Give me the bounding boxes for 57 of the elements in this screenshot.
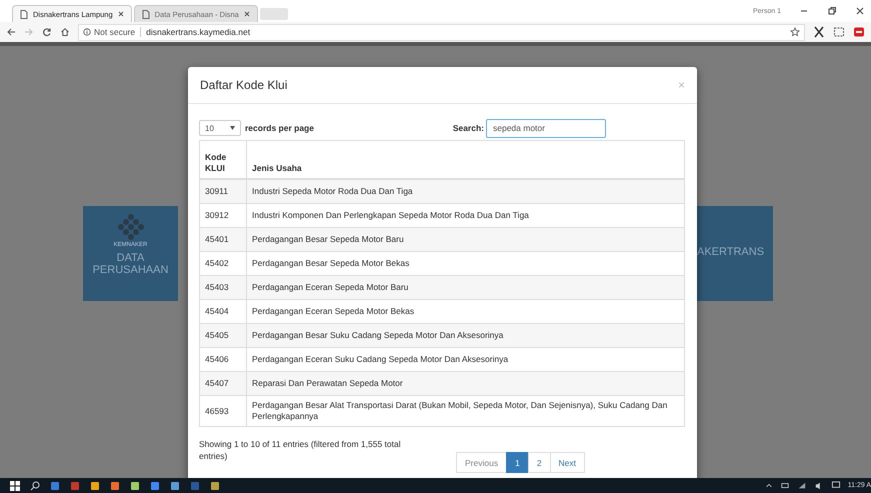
pagination-button[interactable]: 2	[528, 452, 551, 473]
table-cell: 45402	[200, 252, 246, 276]
table-cell: 30911	[200, 179, 246, 204]
table-cell: 45401	[200, 228, 246, 252]
table-cell: Perdagangan Besar Alat Transportasi Darat (Bukan Mobil, Sepeda Motor, Dan Sejenisnya), Suku Cadang Dan Perlengkapannya	[246, 396, 684, 426]
caret-icon[interactable]	[764, 482, 773, 490]
close-icon[interactable]	[118, 11, 124, 17]
screenshot-icon[interactable]	[833, 26, 845, 38]
extension-icon[interactable]	[853, 26, 865, 38]
table-cell: Industri Sepeda Motor Roda Dua Dan Tiga	[246, 179, 684, 204]
home-icon[interactable]	[60, 27, 70, 37]
signal-icon[interactable]	[796, 482, 807, 490]
table-cell: 45405	[200, 324, 246, 348]
table-cell: 45406	[200, 348, 246, 372]
table-cell: Perdagangan Besar Sepeda Motor Bekas	[246, 252, 684, 276]
windows-icon[interactable]	[10, 480, 20, 490]
table-cell: 45403	[200, 276, 246, 300]
info-icon	[83, 28, 91, 36]
caret-icon	[230, 126, 235, 130]
search-label: Search:	[452, 123, 484, 133]
page-size-select[interactable]: 10	[199, 120, 241, 136]
page-size-label: records per page	[245, 123, 314, 133]
address-bar[interactable]: Not secure disnakertrans.kaymedia.net	[78, 24, 805, 40]
table-cell: Perdagangan Eceran Suku Cadang Sepeda Motor Dan Aksesorinya	[246, 348, 684, 372]
security-label: Not secure	[94, 27, 136, 37]
table-cell: Reparasi Dan Perawatan Sepeda Motor	[246, 372, 684, 396]
page-icon[interactable]	[20, 10, 28, 18]
network-icon[interactable]	[780, 482, 790, 490]
table-cell: Perdagangan Besar Sepeda Motor Baru	[246, 228, 684, 252]
tile-label: DATA PERUSAHAAN	[92, 252, 170, 276]
pagination-button[interactable]: Next	[550, 452, 586, 473]
search-field[interactable]: sepeda motor	[486, 118, 606, 138]
table-cell: Perdagangan Eceran Sepeda Motor Baru	[246, 276, 684, 300]
table-cell: Perdagangan Eceran Sepeda Motor Bekas	[246, 300, 684, 324]
logo-icon	[116, 214, 144, 240]
close-icon[interactable]	[855, 6, 865, 16]
entries-info: Showing 1 to 10 of 11 entries (filtered from 1,555 total entries)	[199, 438, 402, 462]
close-icon[interactable]	[244, 11, 250, 17]
url-text: disnakertrans.kaymedia.net	[146, 27, 250, 37]
table-cell: 45404	[200, 300, 246, 324]
reload-icon[interactable]	[42, 27, 52, 37]
table-cell: 45407	[200, 372, 246, 396]
menu-tile[interactable]: AKERTRANS	[697, 206, 773, 301]
pagination-button[interactable]: 1	[506, 452, 529, 473]
modal-title: Daftar Kode Klui	[200, 78, 288, 92]
restore-icon[interactable]	[827, 6, 837, 16]
back-icon[interactable]	[6, 27, 16, 37]
table-cell: 30912	[200, 204, 246, 228]
page-icon[interactable]	[142, 10, 150, 18]
star-icon[interactable]	[790, 27, 800, 37]
table-cell: Industri Komponen Dan Perlengkapan Sepeda Motor Roda Dua Dan Tiga	[246, 204, 684, 228]
table-cell: Perdagangan Besar Suku Cadang Sepeda Motor Dan Aksesorinya	[246, 324, 684, 348]
x-icon[interactable]	[813, 26, 825, 38]
table-cell: 46593	[200, 396, 246, 426]
tile-label: AKERTRANS	[697, 246, 764, 258]
search-icon[interactable]	[30, 480, 40, 490]
notification-icon[interactable]	[830, 481, 841, 490]
